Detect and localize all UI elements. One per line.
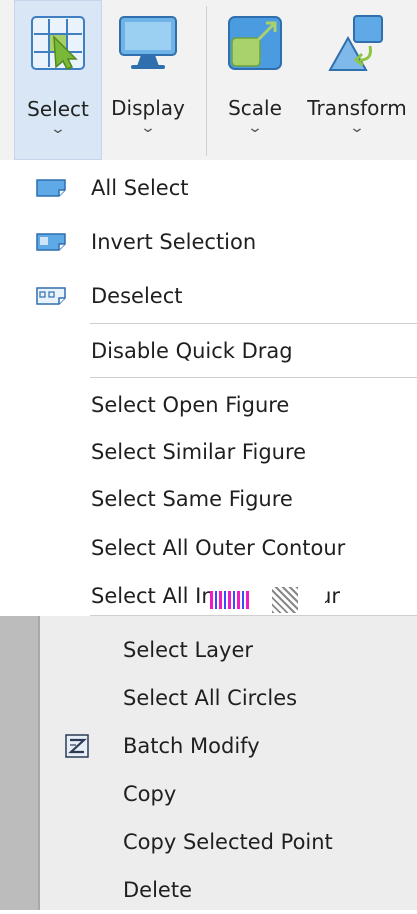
display-tool-button[interactable]: Display ⌄ <box>104 0 192 160</box>
all-select-icon <box>35 178 67 202</box>
menu-item-label: Select Similar Figure <box>91 440 307 464</box>
display-tool-label: Display <box>111 96 185 120</box>
render-artifact <box>210 585 325 615</box>
invert-selection-icon <box>35 232 67 256</box>
menu-item-label: All Select <box>91 176 189 200</box>
menu-divider <box>90 377 417 378</box>
menu-item-label: Disable Quick Drag <box>91 339 293 363</box>
menu-item-label: Select Open Figure <box>91 393 290 417</box>
menu-item-select-all-circles[interactable]: Select All Circles <box>40 674 417 722</box>
menu-item-label: Copy <box>123 782 177 806</box>
menu-item-label: Delete <box>123 878 192 902</box>
edit-context-menu: Select Layer Select All Circles Batch Mo… <box>40 616 417 910</box>
select-dropdown-menu: All Select Invert Selection Deselect Dis… <box>0 160 417 616</box>
monitor-icon <box>117 14 179 76</box>
transform-chevron-icon: ⌄ <box>348 120 366 136</box>
menu-item-deselect[interactable]: Deselect <box>18 272 417 320</box>
deselect-icon <box>35 286 67 310</box>
menu-item-all-select[interactable]: All Select <box>18 164 417 212</box>
select-tool-button[interactable]: Select ⌄ <box>14 0 102 160</box>
menu-item-copy[interactable]: Copy <box>40 770 417 818</box>
menu-item-select-all-outer-contour[interactable]: Select All Outer Contour <box>18 524 417 572</box>
menu-item-label: Select Layer <box>123 638 254 662</box>
menu-item-label: Deselect <box>91 284 183 308</box>
menu-item-label: Invert Selection <box>91 230 257 254</box>
menu-item-label: Batch Modify <box>123 734 260 758</box>
menu-item-label: Copy Selected Point <box>123 830 333 854</box>
select-tool-label: Select <box>27 97 89 121</box>
menu-item-invert-selection[interactable]: Invert Selection <box>18 218 417 266</box>
menu-divider <box>90 323 417 324</box>
transform-tool-button[interactable]: Transform ⌄ <box>298 0 416 160</box>
menu-item-select-layer[interactable]: Select Layer <box>40 626 417 674</box>
menu-item-label: Select Same Figure <box>91 487 293 511</box>
select-grid-icon <box>30 15 86 75</box>
transform-tool-label: Transform <box>307 96 407 120</box>
ribbon-toolbar: Select ⌄ Display ⌄ Scale ⌄ Transform ⌄ <box>0 0 417 160</box>
menu-item-label: Select All Outer Contour <box>91 536 346 560</box>
menu-item-copy-selected-point[interactable]: Copy Selected Point <box>40 818 417 866</box>
scale-tool-label: Scale <box>228 96 282 120</box>
menu-item-select-same-figure[interactable]: Select Same Figure <box>18 475 417 523</box>
scale-tool-button[interactable]: Scale ⌄ <box>212 0 298 160</box>
menu-item-select-similar-figure[interactable]: Select Similar Figure <box>18 428 417 476</box>
menu-icon-gutter <box>0 616 40 910</box>
menu-item-disable-quick-drag[interactable]: Disable Quick Drag <box>18 327 417 375</box>
scale-icon <box>226 14 284 76</box>
batch-modify-icon <box>65 734 89 762</box>
transform-icon <box>326 14 388 78</box>
menu-item-delete[interactable]: Delete <box>40 866 417 914</box>
display-chevron-icon: ⌄ <box>139 120 157 136</box>
menu-item-label: Select All Circles <box>123 686 298 710</box>
menu-item-select-open-figure[interactable]: Select Open Figure <box>18 381 417 429</box>
menu-item-batch-modify[interactable]: Batch Modify <box>40 722 417 770</box>
